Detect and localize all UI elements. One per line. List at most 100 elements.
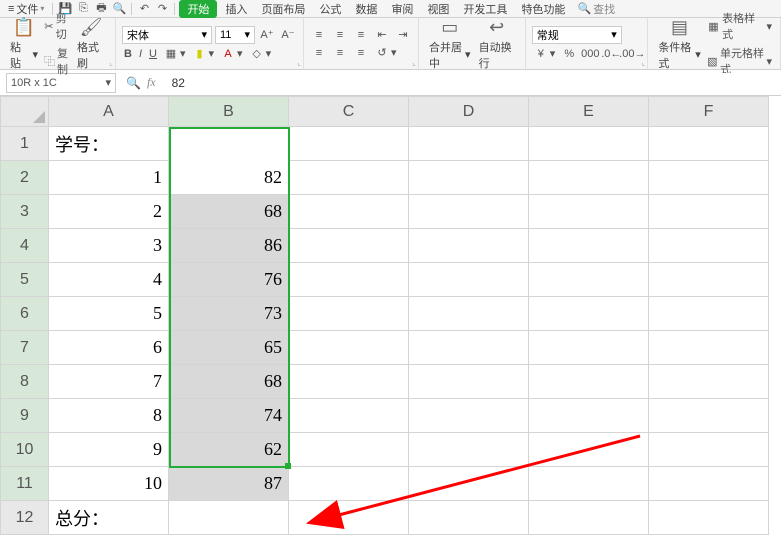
copy-button[interactable]: ⿻复制 (42, 44, 73, 78)
tab-insert[interactable]: 插入 (219, 1, 253, 17)
cell[interactable]: 73 (169, 297, 289, 331)
cell[interactable]: 82 (169, 161, 289, 195)
zoom-icon[interactable]: 🔍 (126, 76, 141, 90)
cell[interactable] (409, 127, 529, 161)
cell[interactable]: 9 (49, 433, 169, 467)
conditional-format-button[interactable]: ▤ 条件格式▾ (654, 9, 704, 78)
decrease-font-button[interactable]: A⁻ (279, 27, 297, 43)
align-center-button[interactable]: ≡ (331, 45, 349, 61)
redo-icon[interactable]: ↷ (154, 2, 170, 16)
percent-button[interactable]: % (560, 46, 578, 62)
tab-review[interactable]: 审阅 (385, 1, 419, 17)
col-header-e[interactable]: E (529, 97, 649, 127)
cell[interactable] (289, 433, 409, 467)
col-header-b[interactable]: B (169, 97, 289, 127)
tab-formula[interactable]: 公式 (313, 1, 347, 17)
group-launcher-icon[interactable]: ⌞ (297, 58, 301, 67)
row-header[interactable]: 10 (1, 433, 49, 467)
font-name-select[interactable]: 宋体▾ (122, 26, 212, 44)
row-header[interactable]: 6 (1, 297, 49, 331)
select-all-corner[interactable] (1, 97, 49, 127)
cell[interactable] (289, 467, 409, 501)
cell[interactable] (289, 365, 409, 399)
cell[interactable] (409, 467, 529, 501)
cell-a12[interactable]: 总分： (49, 501, 169, 535)
cell[interactable]: 62 (169, 433, 289, 467)
cell[interactable] (409, 297, 529, 331)
cell[interactable] (529, 263, 649, 297)
preview-icon[interactable]: 🔍 (111, 2, 127, 16)
font-color-button[interactable]: A▾ (219, 46, 245, 62)
row-header[interactable]: 11 (1, 467, 49, 501)
cell[interactable]: 5 (49, 297, 169, 331)
col-header-f[interactable]: F (649, 97, 769, 127)
align-left-button[interactable]: ≡ (310, 45, 328, 61)
tab-special[interactable]: 特色功能 (515, 1, 571, 17)
align-top-button[interactable]: ≡ (310, 27, 328, 43)
cell[interactable] (409, 501, 529, 535)
cell[interactable]: 76 (169, 263, 289, 297)
orientation-button[interactable]: ↺▾ (373, 45, 399, 61)
paste-button[interactable]: 📋 粘贴▾ (6, 9, 42, 78)
cell[interactable] (529, 433, 649, 467)
cell[interactable] (649, 229, 769, 263)
cell-b1[interactable]: 分数： (169, 127, 289, 161)
clear-format-button[interactable]: ◇▾ (248, 46, 274, 62)
cell[interactable] (649, 161, 769, 195)
cell[interactable] (529, 127, 649, 161)
cell[interactable]: 10 (49, 467, 169, 501)
currency-button[interactable]: ¥▾ (532, 46, 558, 62)
group-launcher-icon[interactable]: ⌞ (642, 58, 646, 67)
border-button[interactable]: ▦▾ (162, 46, 188, 62)
col-header-a[interactable]: A (49, 97, 169, 127)
cell[interactable] (409, 331, 529, 365)
align-middle-button[interactable]: ≡ (331, 27, 349, 43)
align-bottom-button[interactable]: ≡ (352, 27, 370, 43)
cell[interactable] (409, 161, 529, 195)
cell[interactable] (529, 229, 649, 263)
number-format-select[interactable]: 常规▾ (532, 26, 622, 44)
row-header[interactable]: 2 (1, 161, 49, 195)
format-painter-button[interactable]: 🖌 格式刷 (73, 9, 109, 78)
cell[interactable]: 2 (49, 195, 169, 229)
row-header[interactable]: 8 (1, 365, 49, 399)
row-header[interactable]: 1 (1, 127, 49, 161)
cell[interactable] (529, 399, 649, 433)
cell[interactable] (289, 229, 409, 263)
search-box[interactable]: 🔍 查找 (577, 1, 615, 17)
cell[interactable]: 8 (49, 399, 169, 433)
increase-font-button[interactable]: A⁺ (258, 27, 276, 43)
merge-center-button[interactable]: ▭ 合并居中▾ (425, 15, 475, 73)
row-header[interactable]: 9 (1, 399, 49, 433)
cell[interactable]: 3 (49, 229, 169, 263)
cut-button[interactable]: ✂剪切 (42, 9, 73, 43)
cell[interactable] (529, 467, 649, 501)
row-header[interactable]: 4 (1, 229, 49, 263)
cell[interactable]: 65 (169, 331, 289, 365)
wrap-text-button[interactable]: ↩ 自动换行 (475, 15, 519, 73)
cell[interactable]: 68 (169, 365, 289, 399)
group-launcher-icon[interactable]: ⌞ (412, 58, 416, 67)
fill-color-button[interactable]: ▮▾ (191, 46, 217, 62)
cell[interactable] (409, 195, 529, 229)
fx-icon[interactable]: fx (147, 75, 156, 90)
cell[interactable] (649, 399, 769, 433)
underline-button[interactable]: U (147, 47, 159, 61)
font-size-select[interactable]: 11▾ (215, 26, 255, 44)
cell[interactable] (409, 399, 529, 433)
table-style-button[interactable]: ▦表格样式▾ (705, 9, 774, 43)
row-header[interactable]: 3 (1, 195, 49, 229)
row-header[interactable]: 5 (1, 263, 49, 297)
cell[interactable] (289, 297, 409, 331)
italic-button[interactable]: I (137, 47, 144, 61)
cell[interactable] (289, 263, 409, 297)
cell[interactable]: 1 (49, 161, 169, 195)
cell[interactable] (649, 195, 769, 229)
tab-data[interactable]: 数据 (349, 1, 383, 17)
formula-input[interactable] (166, 73, 781, 93)
tab-start[interactable]: 开始 (179, 0, 217, 18)
cell[interactable] (289, 331, 409, 365)
col-header-c[interactable]: C (289, 97, 409, 127)
cell[interactable] (649, 127, 769, 161)
indent-decrease-button[interactable]: ⇤ (373, 27, 391, 43)
